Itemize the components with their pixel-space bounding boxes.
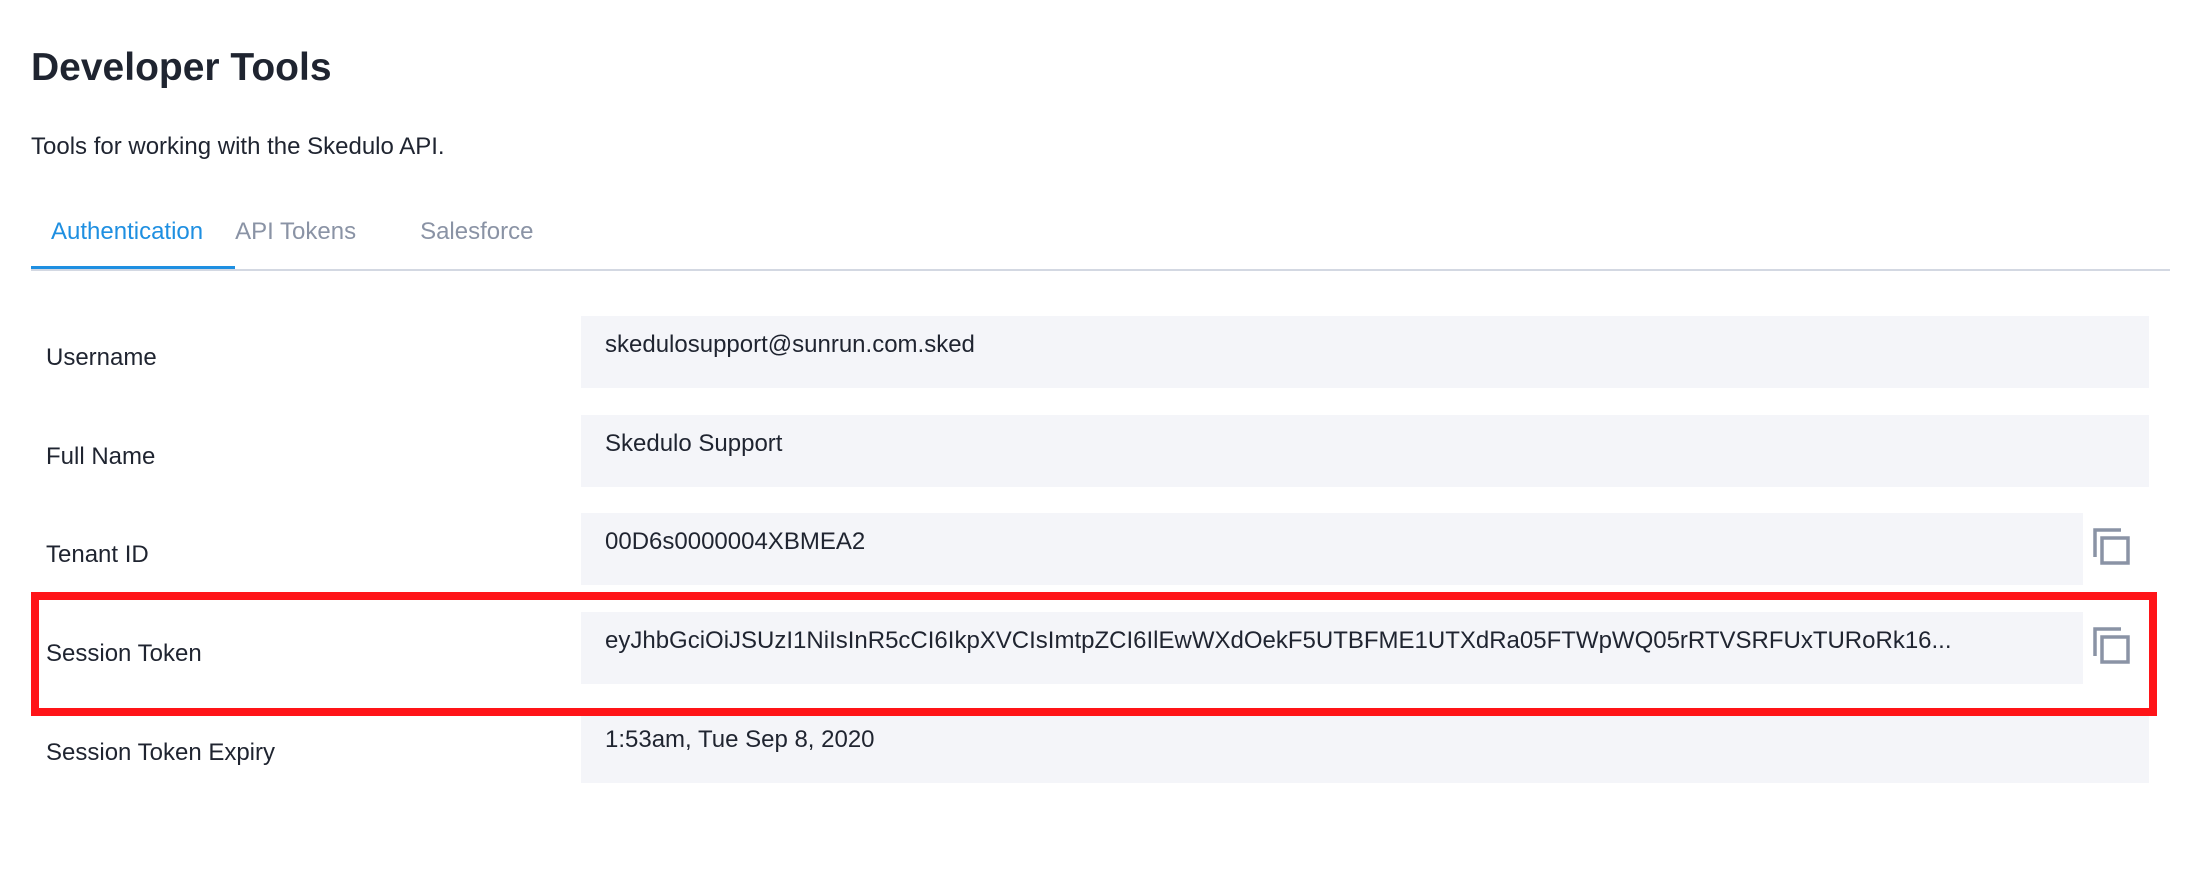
tab-salesforce[interactable]: Salesforce: [420, 212, 553, 267]
session-token-expiry-field[interactable]: 1:53am, Tue Sep 8, 2020: [581, 711, 2149, 783]
page-subtitle: Tools for working with the Skedulo API.: [31, 133, 445, 160]
copy-icon[interactable]: [2092, 527, 2134, 569]
session-token-label: Session Token: [46, 640, 202, 667]
tenant-id-value: 00D6s0000004XBMEA2: [605, 528, 866, 555]
copy-icon[interactable]: [2092, 626, 2134, 668]
tenant-id-field[interactable]: 00D6s0000004XBMEA2: [581, 513, 2083, 585]
username-field[interactable]: skedulosupport@sunrun.com.sked: [581, 316, 2149, 388]
full-name-value: Skedulo Support: [605, 430, 783, 457]
username-label: Username: [46, 344, 157, 371]
tab-authentication[interactable]: Authentication: [31, 212, 236, 269]
session-token-expiry-value: 1:53am, Tue Sep 8, 2020: [605, 726, 875, 753]
tenant-id-label: Tenant ID: [46, 541, 149, 568]
session-token-expiry-label: Session Token Expiry: [46, 739, 276, 766]
full-name-label: Full Name: [46, 443, 156, 470]
session-token-field[interactable]: eyJhbGciOiJSUzI1NiIsInR5cCI6IkpXVCIsImtp…: [581, 612, 2083, 684]
tab-api-tokens[interactable]: API Tokens: [235, 212, 420, 267]
tab-bar: Authentication API Tokens Salesforce: [31, 212, 2170, 271]
page-title: Developer Tools: [31, 46, 332, 89]
full-name-field[interactable]: Skedulo Support: [581, 415, 2149, 487]
username-value: skedulosupport@sunrun.com.sked: [605, 331, 975, 358]
session-token-value: eyJhbGciOiJSUzI1NiIsInR5cCI6IkpXVCIsImtp…: [605, 627, 1952, 654]
